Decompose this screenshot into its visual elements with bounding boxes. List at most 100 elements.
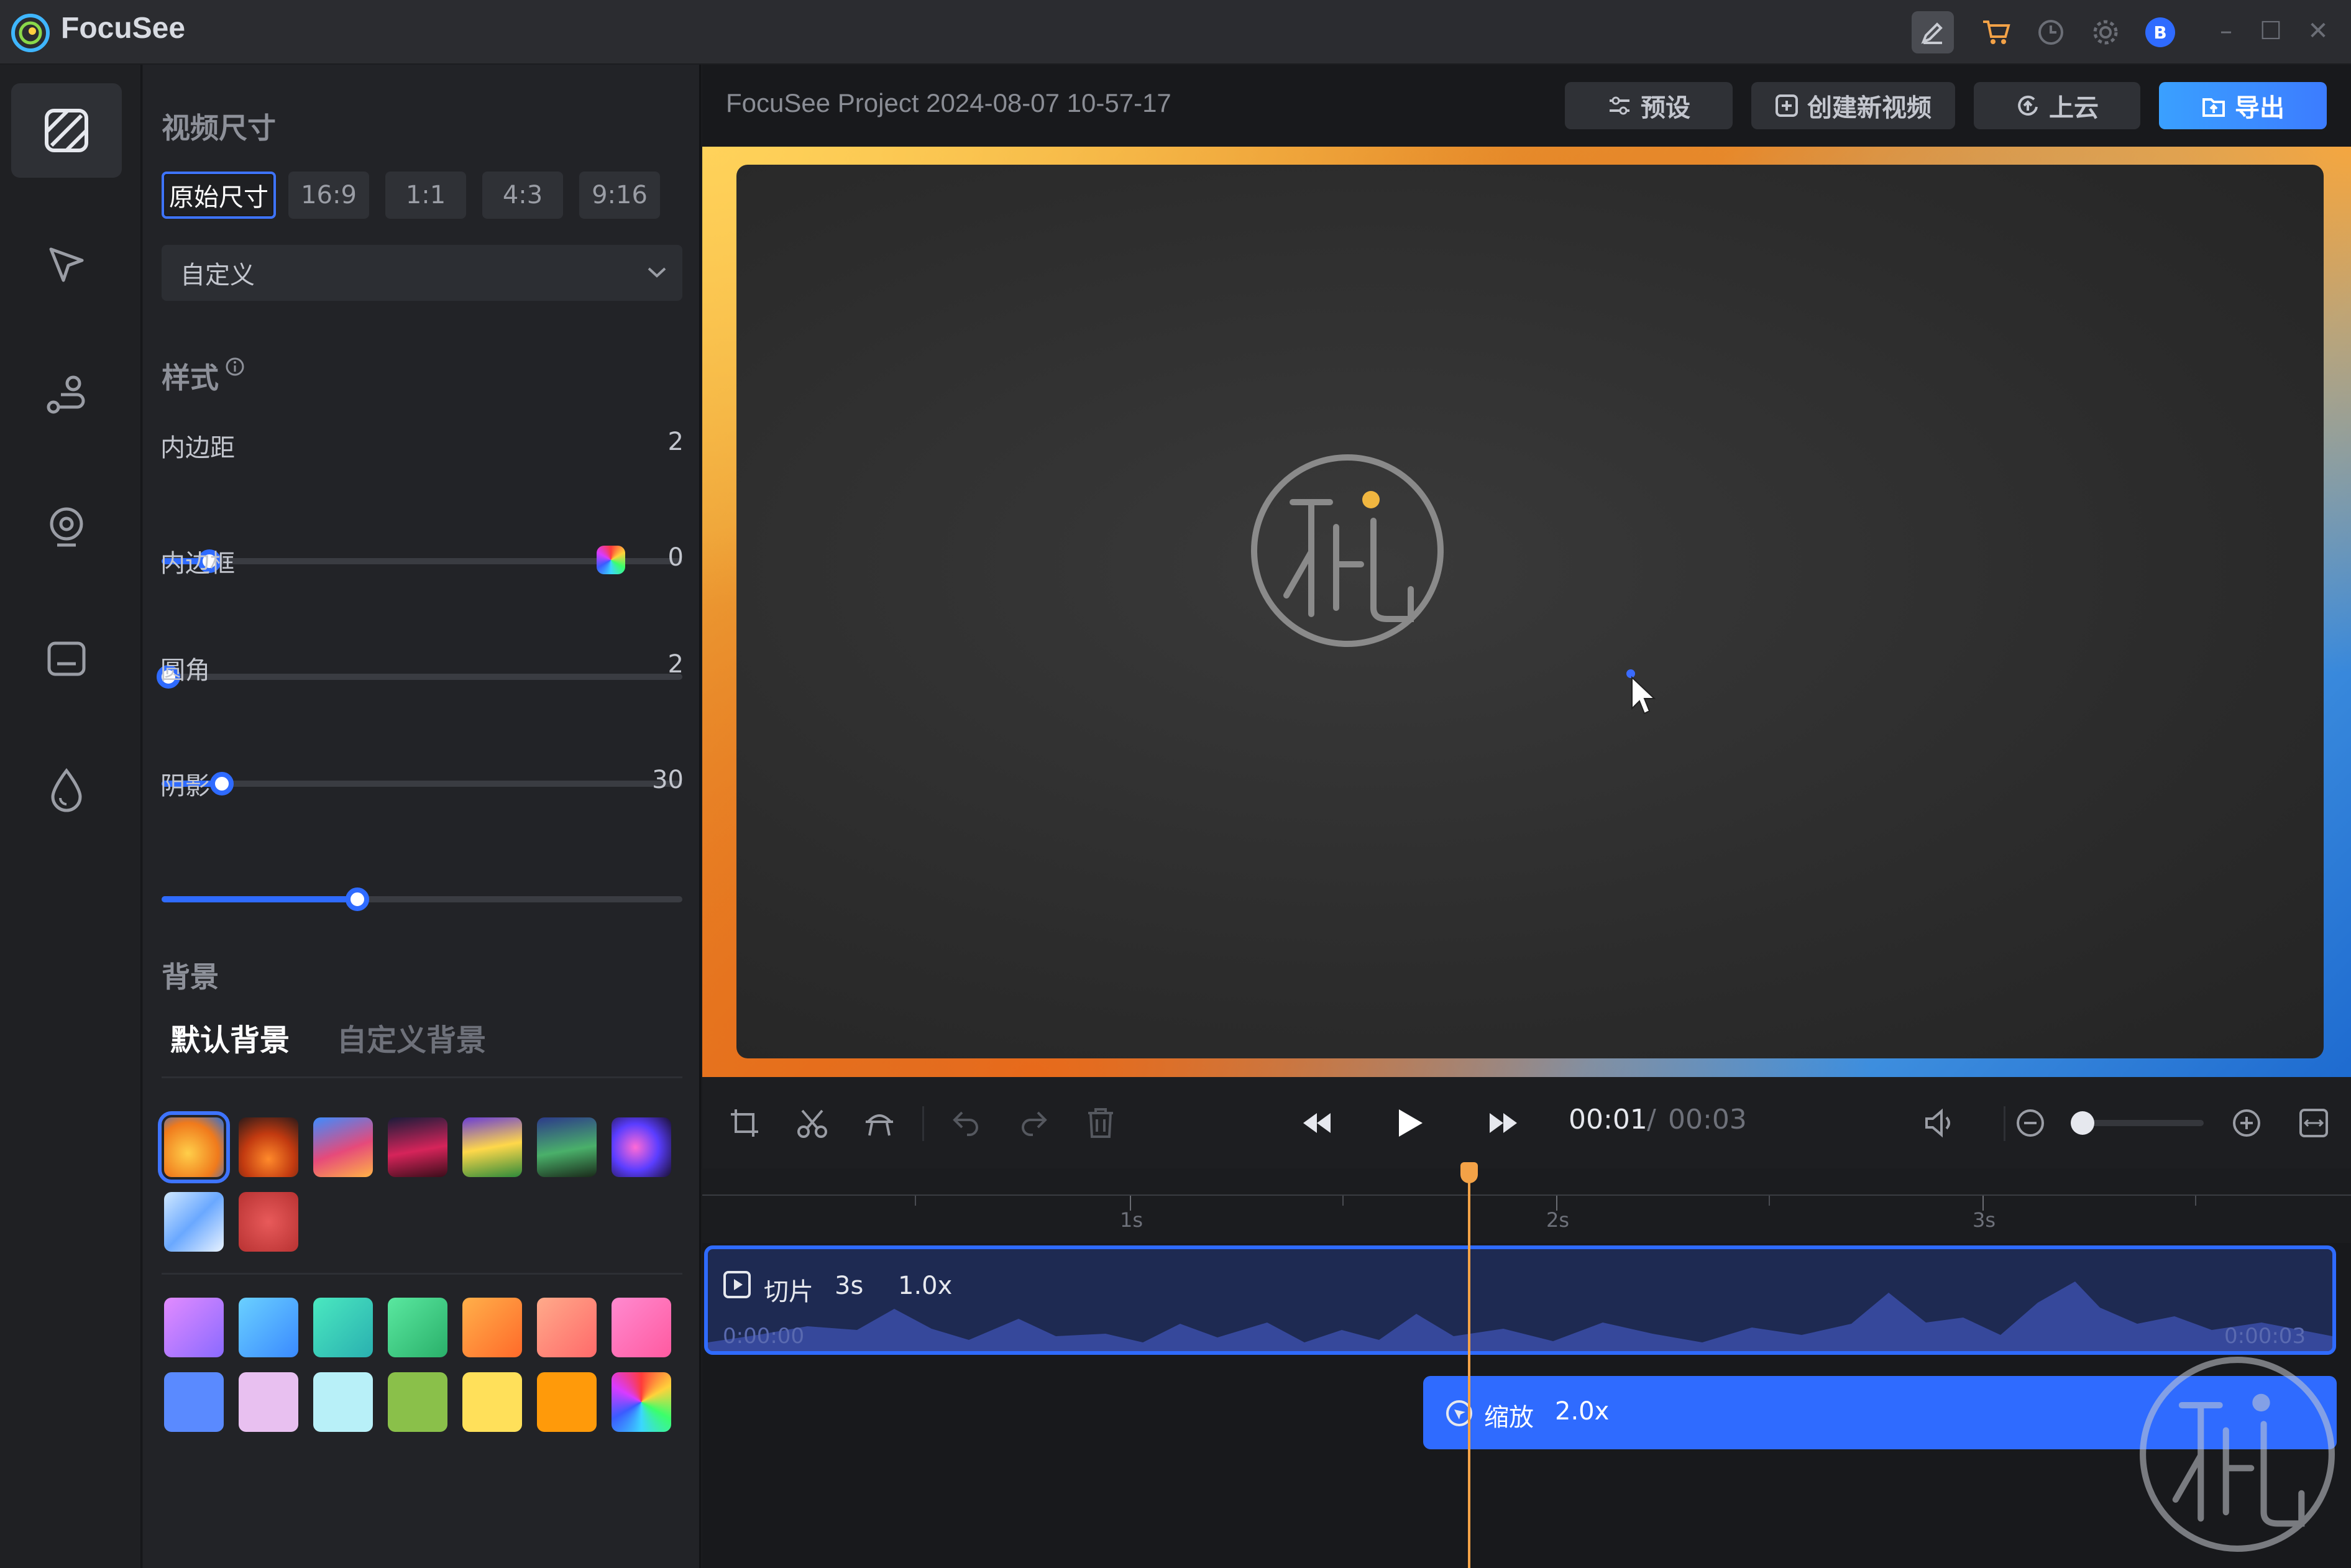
clock-icon[interactable] <box>2030 11 2072 53</box>
volume-button[interactable] <box>1919 1101 1963 1145</box>
shadow-slider-knob[interactable] <box>346 887 369 911</box>
zoom-out-icon <box>2017 1109 2044 1137</box>
mask-icon <box>865 1114 894 1136</box>
webcam-icon <box>50 507 83 547</box>
play-icon <box>1399 1109 1423 1137</box>
fast-forward-icon <box>1490 1113 1517 1133</box>
avatar[interactable]: B <box>2139 11 2181 53</box>
cut-button[interactable] <box>791 1101 834 1145</box>
clip-duration: 3s <box>835 1272 864 1300</box>
time-separator: / <box>1647 1104 1656 1135</box>
color-swatch[interactable] <box>164 1372 224 1432</box>
total-time: 00:03 <box>1668 1104 1747 1135</box>
gradient-swatch[interactable] <box>462 1298 522 1357</box>
preview-canvas[interactable] <box>736 165 2324 1058</box>
wallpaper-swatch[interactable] <box>612 1117 671 1177</box>
fit-timeline-button[interactable] <box>2292 1101 2335 1145</box>
delete-button[interactable] <box>1079 1101 1122 1145</box>
ratio-9-16-button[interactable]: 9:16 <box>579 172 660 219</box>
blur-button[interactable] <box>858 1101 901 1145</box>
wallpaper-swatch[interactable] <box>158 1111 230 1183</box>
cart-icon[interactable] <box>1975 11 2017 53</box>
undo-icon <box>953 1111 978 1136</box>
wallpaper-swatch[interactable] <box>239 1192 298 1252</box>
custom-color-swatch[interactable] <box>612 1372 671 1432</box>
corner-slider[interactable] <box>162 772 682 795</box>
crop-button[interactable] <box>723 1101 766 1145</box>
color-swatch[interactable] <box>537 1372 597 1432</box>
rail-path[interactable] <box>11 348 122 442</box>
rail-watermark[interactable] <box>11 743 122 838</box>
tab-custom-background[interactable]: 自定义背景 <box>337 1016 486 1059</box>
wallpaper-swatch[interactable] <box>239 1117 298 1177</box>
zoom-out-button[interactable] <box>2009 1101 2052 1145</box>
zoom-in-button[interactable] <box>2225 1101 2268 1145</box>
cloud-button[interactable]: 上云 <box>1974 82 2140 129</box>
trash-icon <box>1088 1108 1113 1138</box>
color-swatch[interactable] <box>462 1372 522 1432</box>
rewind-button[interactable] <box>1295 1101 1339 1145</box>
rail-webcam[interactable] <box>11 480 122 574</box>
close-button[interactable]: ✕ <box>2299 12 2337 50</box>
gradient-swatch[interactable] <box>313 1298 373 1357</box>
volume-icon <box>1925 1108 1950 1138</box>
pen-icon[interactable] <box>1912 11 1954 53</box>
maximize-button[interactable]: ☐ <box>2252 12 2289 50</box>
minimize-button[interactable]: – <box>2207 12 2245 50</box>
color-swatch[interactable] <box>388 1372 447 1432</box>
recording-logo-icon <box>1251 454 1444 647</box>
current-time: 00:01 <box>1569 1104 1648 1135</box>
avatar-letter: B <box>2145 17 2175 47</box>
redo-button[interactable] <box>1012 1101 1055 1145</box>
playhead-handle[interactable] <box>1460 1162 1478 1183</box>
border-value: 0 <box>667 543 684 572</box>
corner-slider-knob[interactable] <box>210 772 234 795</box>
wallpaper-swatch[interactable] <box>388 1117 447 1177</box>
wallpaper-swatch[interactable] <box>462 1117 522 1177</box>
timeline-zoom-knob[interactable] <box>2071 1111 2094 1135</box>
timeline-zoom-slider[interactable] <box>2071 1111 2204 1135</box>
corner-value: 2 <box>667 650 684 679</box>
play-button[interactable] <box>1388 1101 1432 1145</box>
gradient-swatch[interactable] <box>239 1298 298 1357</box>
clip-track[interactable]: 切片 3s 1.0x 0:00:00 0:00:03 <box>704 1245 2336 1355</box>
rail-cursor[interactable] <box>11 218 122 312</box>
timeline-ruler[interactable] <box>702 1168 2351 1243</box>
new-video-button[interactable]: 创建新视频 <box>1751 82 1955 129</box>
rewind-icon <box>1303 1113 1331 1133</box>
wallpaper-swatch[interactable] <box>164 1192 224 1252</box>
size-select-value: 自定义 <box>180 261 255 290</box>
ratio-4-3-button[interactable]: 4:3 <box>482 172 563 219</box>
ratio-1-1-button[interactable]: 1:1 <box>385 172 466 219</box>
gradient-swatch[interactable] <box>612 1298 671 1357</box>
export-button[interactable]: 导出 <box>2159 82 2327 129</box>
size-select[interactable]: 自定义 <box>162 245 682 301</box>
shadow-value: 30 <box>652 766 684 794</box>
gradient-swatch[interactable] <box>537 1298 597 1357</box>
wallpaper-swatch[interactable] <box>537 1117 597 1177</box>
preset-button[interactable]: 预设 <box>1565 82 1733 129</box>
rail-background[interactable] <box>11 83 122 178</box>
path-icon <box>47 375 85 414</box>
gradient-swatch[interactable] <box>388 1298 447 1357</box>
clip-video-icon <box>723 1271 751 1298</box>
watermark-icon <box>51 768 82 812</box>
ratio-original-button[interactable]: 原始尺寸 <box>162 172 276 219</box>
color-swatch[interactable] <box>239 1372 298 1432</box>
fast-forward-button[interactable] <box>1482 1101 1525 1145</box>
clip-label: 切片 <box>764 1278 813 1306</box>
undo-button[interactable] <box>945 1101 988 1145</box>
padding-label: 内边距 <box>160 434 235 462</box>
tab-default-background[interactable]: 默认背景 <box>170 1016 290 1059</box>
shadow-slider[interactable] <box>162 887 682 911</box>
info-icon[interactable] <box>225 357 245 377</box>
wallpaper-swatch[interactable] <box>313 1117 373 1177</box>
rail-caption[interactable] <box>11 612 122 706</box>
playhead[interactable] <box>1468 1166 1470 1568</box>
border-slider[interactable] <box>157 665 682 689</box>
gradient-swatch[interactable] <box>164 1298 224 1357</box>
color-swatch[interactable] <box>313 1372 373 1432</box>
ratio-16-9-button[interactable]: 16:9 <box>288 172 369 219</box>
gear-icon[interactable] <box>2084 11 2127 53</box>
sliders-icon <box>1610 96 1629 115</box>
